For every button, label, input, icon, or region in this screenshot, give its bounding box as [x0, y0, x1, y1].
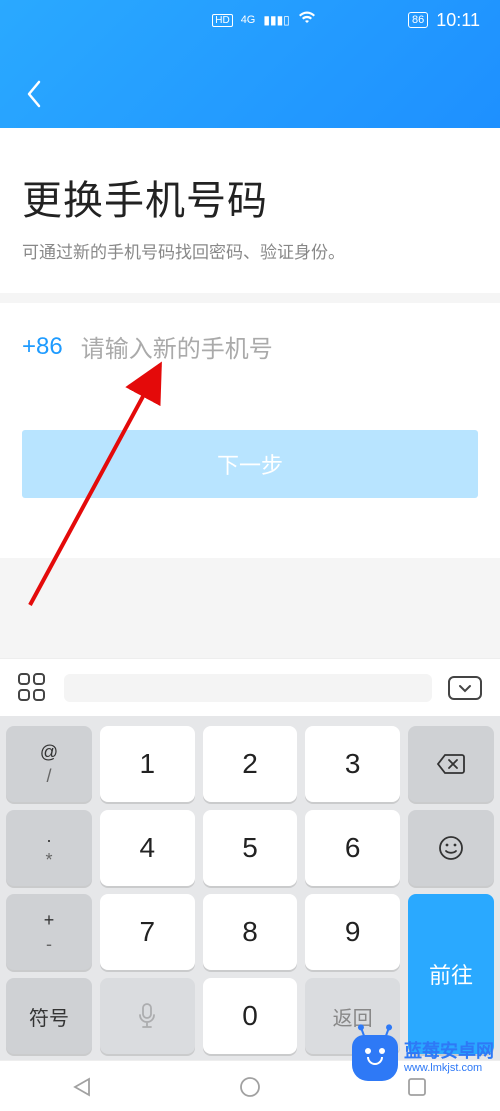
- ime-candidate-bar[interactable]: [64, 674, 432, 702]
- emoji-key[interactable]: [408, 810, 494, 886]
- key-8[interactable]: 8: [203, 894, 298, 970]
- watermark-logo: [352, 1035, 398, 1081]
- battery-icon: 86: [408, 12, 428, 28]
- key-6[interactable]: 6: [305, 810, 400, 886]
- signal-icon: ▮▮▮▯: [263, 13, 289, 27]
- numeric-keyboard: @/ .* +- 符号 1 4 7 2 5 8 0 3 6 9 返回: [0, 716, 500, 1060]
- spacer: [0, 558, 500, 658]
- symbol-key-at-slash[interactable]: @/: [6, 726, 92, 802]
- key-2[interactable]: 2: [203, 726, 298, 802]
- key-4[interactable]: 4: [100, 810, 195, 886]
- wifi-icon: [298, 11, 316, 29]
- chevron-left-icon: [26, 80, 42, 108]
- backspace-key[interactable]: [408, 726, 494, 802]
- symbol-key-dot-star[interactable]: .*: [6, 810, 92, 886]
- watermark: 蓝莓安卓网 www.lmkjst.com: [352, 1035, 494, 1081]
- hd-icon: HD: [212, 14, 232, 27]
- watermark-url: www.lmkjst.com: [404, 1062, 494, 1074]
- country-code[interactable]: +86: [22, 333, 63, 361]
- key-7[interactable]: 7: [100, 894, 195, 970]
- microphone-icon: [136, 1002, 158, 1030]
- status-icons: HD 4G ▮▮▮▯: [212, 11, 316, 29]
- key-5[interactable]: 5: [203, 810, 298, 886]
- key-1[interactable]: 1: [100, 726, 195, 802]
- nav-home-icon[interactable]: [239, 1076, 261, 1098]
- page-content: 更换手机号码 可通过新的手机号码找回密码、验证身份。: [0, 128, 500, 293]
- ime-menu-icon[interactable]: [18, 673, 48, 703]
- go-key[interactable]: 前往: [408, 894, 494, 1054]
- page-title: 更换手机号码: [22, 168, 478, 226]
- app-header: HD 4G ▮▮▮▯ 86 10:11: [0, 0, 500, 128]
- key-0[interactable]: 0: [203, 978, 298, 1054]
- status-time: 10:11: [436, 10, 480, 31]
- page-subtitle: 可通过新的手机号码找回密码、验证身份。: [22, 238, 478, 263]
- symbol-key-plus-minus[interactable]: +-: [6, 894, 92, 970]
- backspace-icon: [436, 753, 466, 775]
- next-button[interactable]: 下一步: [22, 430, 478, 498]
- key-3[interactable]: 3: [305, 726, 400, 802]
- chevron-down-icon: [458, 683, 472, 693]
- symbol-mode-key[interactable]: 符号: [6, 978, 92, 1054]
- smile-icon: [438, 835, 464, 861]
- key-9[interactable]: 9: [305, 894, 400, 970]
- nav-back-icon[interactable]: [72, 1076, 94, 1098]
- watermark-name: 蓝莓安卓网: [404, 1042, 494, 1062]
- ime-collapse-button[interactable]: [448, 676, 482, 700]
- back-button[interactable]: [16, 76, 52, 112]
- voice-input-key[interactable]: [100, 978, 195, 1054]
- phone-section: +86 请输入新的手机号 下一步: [0, 303, 500, 558]
- ime-toolbar: [0, 658, 500, 716]
- network-icon: 4G: [241, 14, 256, 26]
- phone-input[interactable]: 请输入新的手机号: [81, 329, 273, 364]
- status-bar: HD 4G ▮▮▮▯ 86 10:11: [0, 0, 500, 40]
